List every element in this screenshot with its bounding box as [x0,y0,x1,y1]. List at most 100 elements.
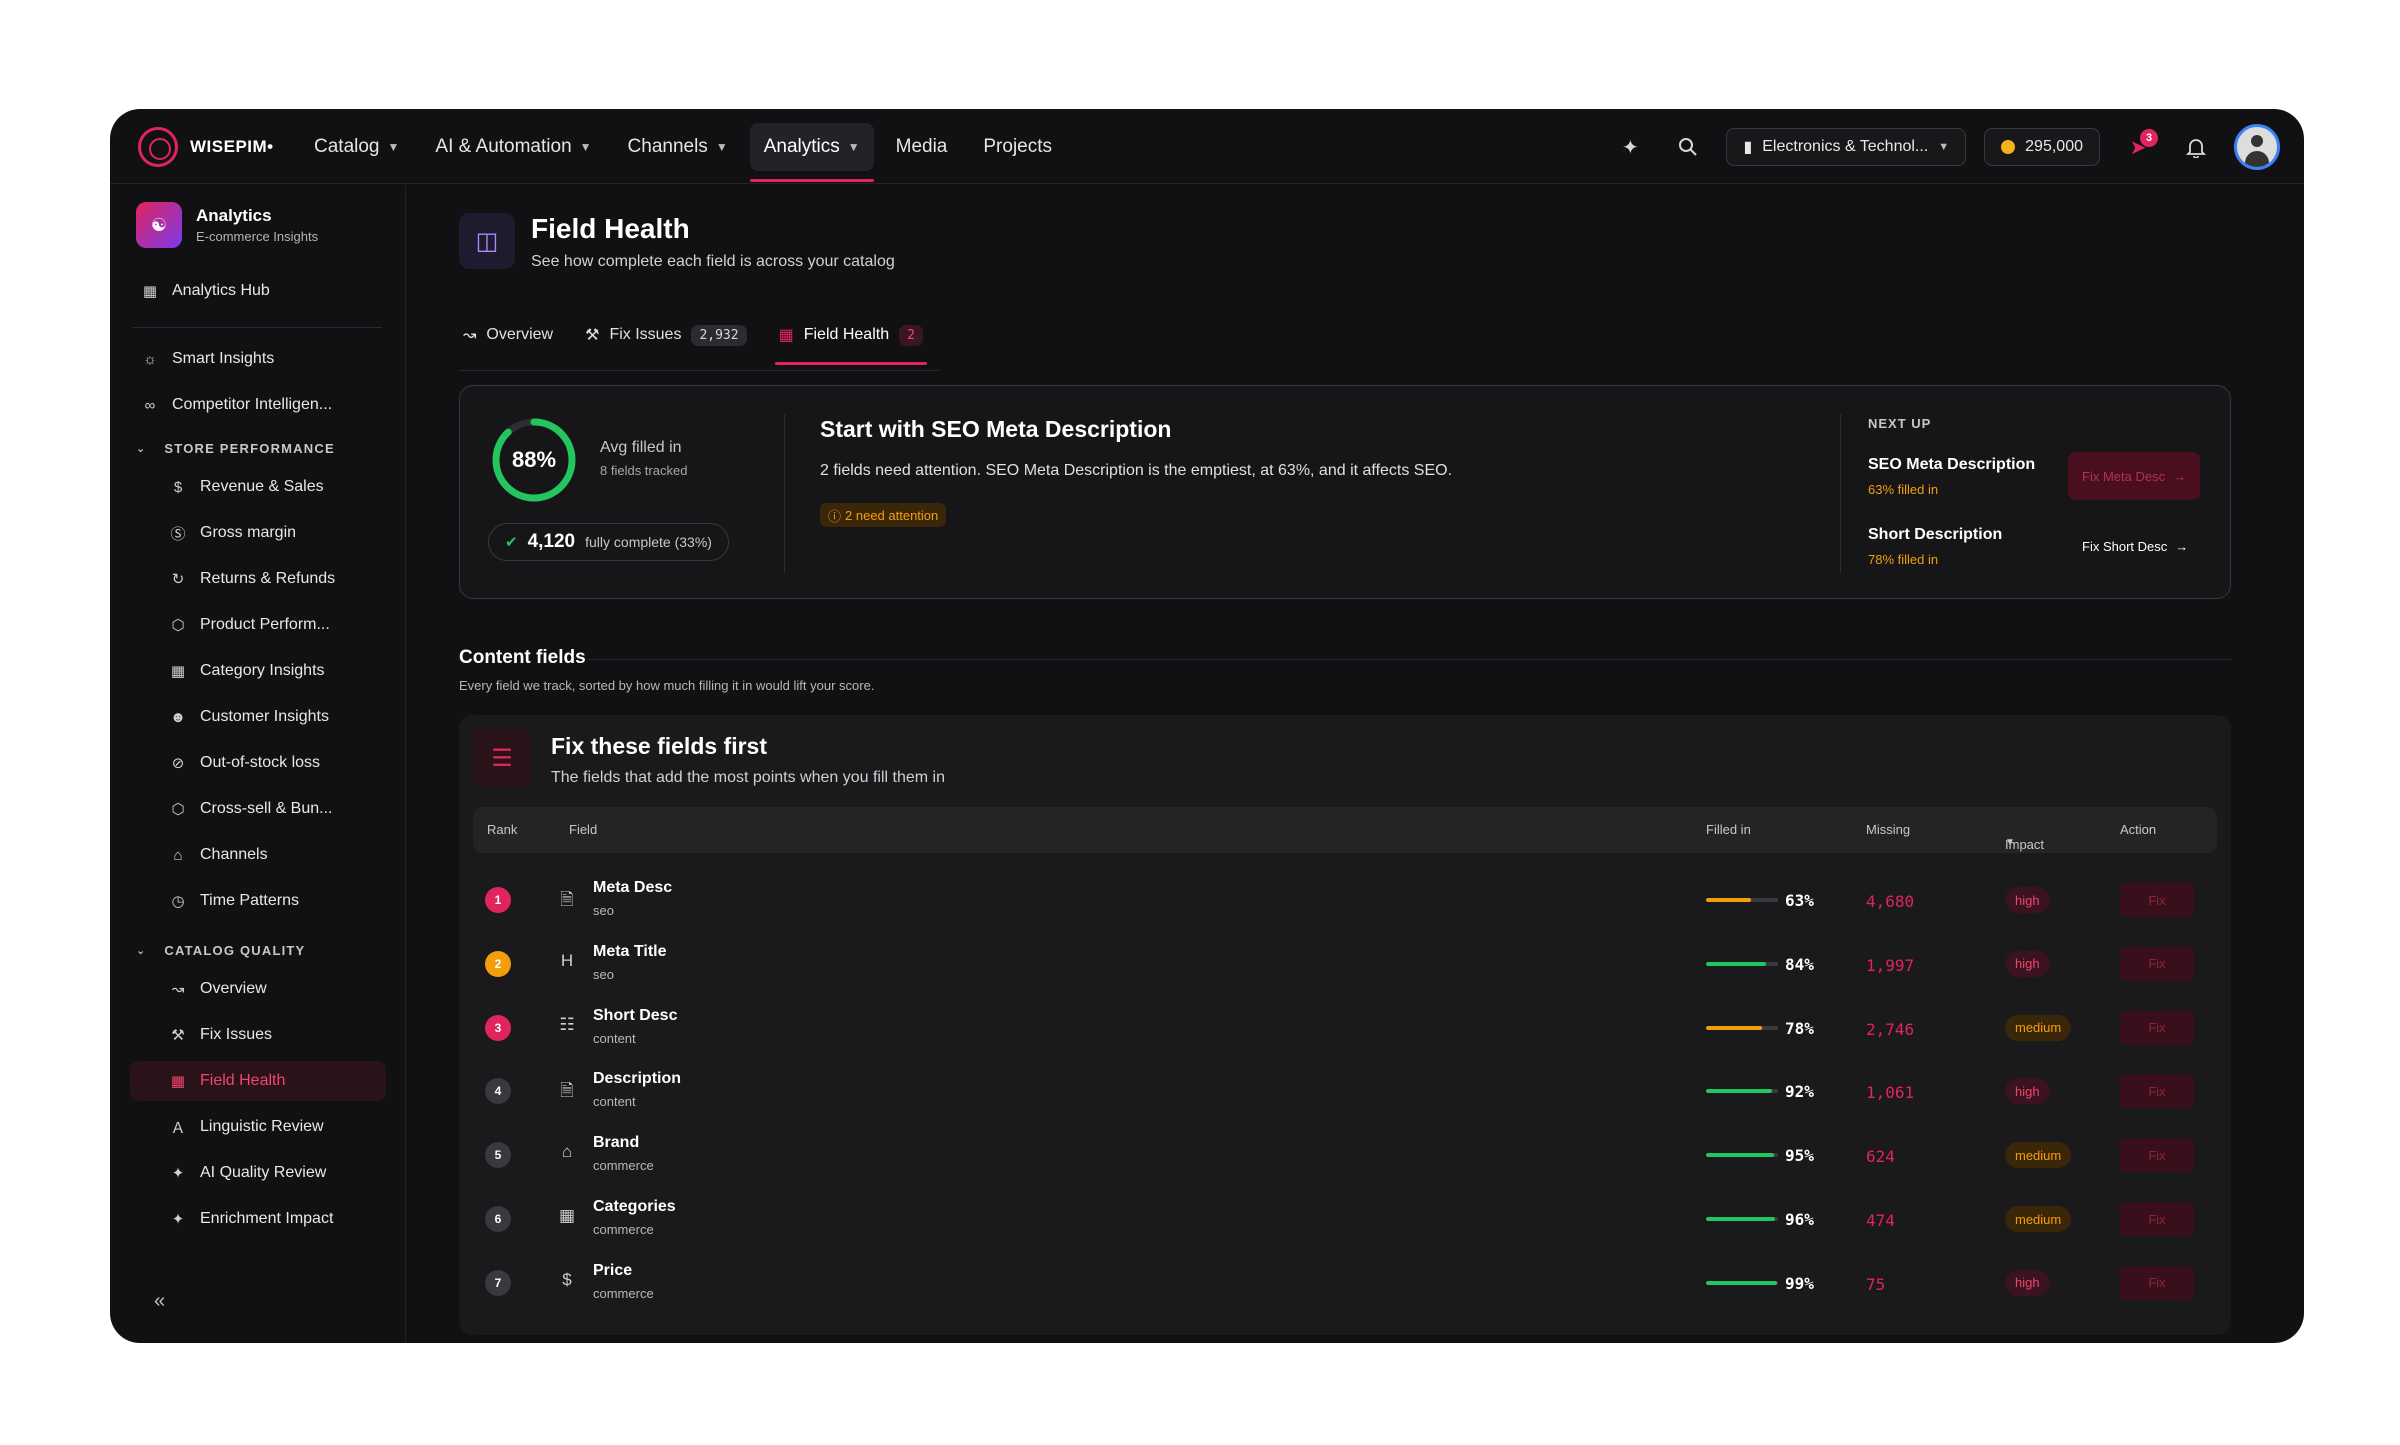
button-label: Fix Short Desc [2082,538,2168,554]
nav-ai-automation[interactable]: AI & Automation ▼ [421,123,605,171]
coin-dollar-icon: Ⓢ [170,525,186,543]
table-row: 5 ⌂ Brand commerce 95% 624 medium Fix [473,1122,2217,1186]
search-icon[interactable] [1668,127,1708,167]
sparkle-icon[interactable]: ✦ [1610,127,1650,167]
section-store-performance[interactable]: ⌄ STORE PERFORMANCE [136,441,335,456]
sidebar-item-label: Fix Issues [200,1026,273,1043]
fix-button[interactable]: Fix [2120,1074,2194,1109]
nav-catalog[interactable]: Catalog ▼ [300,123,413,171]
filled-percent: 92% [1785,1082,1814,1102]
next-up-label: NEXT UP [1868,416,1932,431]
recommendation-desc: 2 fields need attention. SEO Meta Descri… [820,462,1453,479]
arrow-right-icon: → [2173,468,2187,484]
ordered-list-icon: ☰ [473,729,531,787]
nav-media[interactable]: Media [882,123,962,171]
tab-overview[interactable]: ↝ Overview [459,315,557,355]
grid-icon: ▦ [142,283,158,300]
nav-channels[interactable]: Channels ▼ [614,123,742,171]
lightbulb-icon: ☼ [143,350,157,368]
sidebar-item-returns[interactable]: ↻ Returns & Refunds [130,559,386,599]
fix-button[interactable]: Fix [2120,1202,2194,1236]
nav-label: Media [895,136,948,157]
page-header: ◫ Field Health See how complete each fie… [459,213,895,271]
complete-count: 4,120 [527,531,576,552]
sidebar-item-analytics-hub[interactable]: ▦ Analytics Hub [130,271,386,311]
nav-actions: ✦ ▮ Electronics & Technol... ▼ 295,000 ➤… [1610,121,2280,173]
rank-badge: 3 [485,1014,511,1041]
store-icon: ⌂ [561,1142,573,1162]
collapse-sidebar-icon[interactable]: « [154,1290,165,1313]
chevron-down-icon: ⌄ [136,945,147,957]
filled-percent: 96% [1785,1210,1814,1229]
rank-badge: 6 [485,1206,511,1232]
sidebar-item-time-patterns[interactable]: ◷ Time Patterns [130,881,386,921]
credits-balance[interactable]: 295,000 [1984,128,2100,166]
section-catalog-quality[interactable]: ⌄ CATALOG QUALITY [136,943,305,958]
section-subtitle: Every field we track, sorted by how much… [459,678,875,693]
tab-fix-issues[interactable]: ⚒ Fix Issues 2,932 [581,315,751,355]
pin-notifications-icon[interactable]: ➤ 3 [2118,127,2158,167]
sparkle-icon: ✦ [171,1165,185,1182]
avg-title: Avg filled in [600,439,682,456]
sidebar-item-linguistic-review[interactable]: Ａ Linguistic Review [130,1107,386,1147]
tab-field-health[interactable]: ▦ Field Health 2 [774,315,928,365]
user-avatar[interactable] [2234,124,2280,170]
sidebar-item-out-of-stock[interactable]: ⊘ Out-of-stock loss [130,743,386,783]
impact-badge: high [2005,1078,2050,1105]
sidebar-item-ai-quality-review[interactable]: ✦ AI Quality Review [130,1153,386,1193]
fix-button[interactable]: Fix [2120,1010,2194,1045]
sidebar-item-revenue[interactable]: $ Revenue & Sales [130,467,386,507]
sidebar-item-channels[interactable]: ⌂ Channels [130,835,386,875]
wrench-icon: ⚒ [585,327,600,344]
sidebar-item-fix-issues[interactable]: ⚒ Fix Issues [130,1015,386,1055]
sidebar-item-smart-insights[interactable]: ☼ Smart Insights [130,339,386,379]
fix-button[interactable]: Fix [2120,883,2194,917]
nav-projects[interactable]: Projects [969,123,1066,171]
fix-button[interactable]: Fix [2120,1138,2194,1173]
field-name: Short Desc [593,1006,678,1024]
sidebar-item-label: Out-of-stock loss [200,754,321,771]
bell-icon[interactable] [2176,127,2216,167]
tab-label: Fix Issues [609,326,682,343]
document-icon: 🗎 [560,1081,574,1101]
chevron-down-icon: ▼ [1938,141,1950,153]
sidebar-item-field-health[interactable]: ▦ Field Health [130,1061,386,1101]
sidebar-item-gross-margin[interactable]: Ⓢ Gross margin [130,513,386,553]
brain-logo-icon [138,127,178,167]
sidebar-item-label: Time Patterns [200,892,299,909]
sidebar-item-overview[interactable]: ↝ Overview [130,969,386,1009]
field-group: content [593,1030,636,1046]
complete-label: fully complete (33%) [585,534,712,550]
table-row: 6 ▦ Categories commerce 96% 474 medium Fix [473,1186,2217,1250]
fill-bar-level [1706,1089,1773,1094]
sidebar-item-product-performance[interactable]: ⬡ Product Perform... [130,605,386,645]
fill-bar-level [1706,898,1752,902]
section-label: CATALOG QUALITY [164,943,306,958]
main-menu: Catalog ▼ AI & Automation ▼ Channels ▼ Anal… [300,121,1066,182]
fill-bar [1706,1280,1778,1285]
missing-count: 1,061 [1866,1083,1915,1103]
app-window: WISEPIM• Catalog ▼ AI & Automation ▼ Chann… [110,109,2304,1343]
brand-logo[interactable]: WISEPIM• [138,127,274,167]
sidebar-item-cross-sell[interactable]: ⬡ Cross-sell & Bun... [130,789,386,829]
section-label: STORE PERFORMANCE [164,441,335,456]
field-name: Brand [593,1134,640,1152]
workspace-selector[interactable]: ▮ Electronics & Technol... ▼ [1726,128,1967,166]
fix-meta-desc-button[interactable]: Fix Meta Desc → [2068,452,2201,500]
fill-bar [1706,961,1778,966]
sidebar-item-competitor[interactable]: ∞ Competitor Intelligen... [130,385,386,425]
fix-button[interactable]: Fix [2120,946,2194,981]
store-icon: ⌂ [173,846,183,864]
binoculars-icon: ∞ [144,396,156,414]
sidebar-item-category-insights[interactable]: ▦ Category Insights [130,651,386,691]
filled-percent: 99% [1785,1273,1814,1293]
fix-button[interactable]: Fix [2120,1265,2194,1300]
fix-short-desc-button[interactable]: Fix Short Desc → [2068,522,2202,570]
nav-analytics[interactable]: Analytics ▼ [749,123,874,182]
grid-icon: ▦ [170,663,186,680]
recommendation-title: Start with SEO Meta Description [820,416,1172,442]
field-group: content [593,1094,636,1110]
impact-badge: medium [2005,1142,2072,1169]
sidebar-item-customer-insights[interactable]: ☻ Customer Insights [130,697,386,737]
sidebar-item-enrichment-impact[interactable]: ✦ Enrichment Impact [130,1199,386,1239]
